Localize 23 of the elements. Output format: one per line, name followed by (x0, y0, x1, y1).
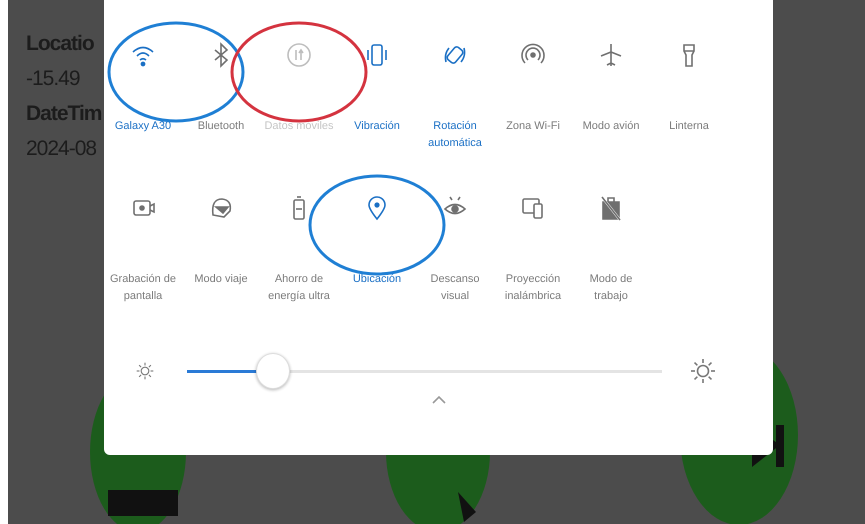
vibration-icon (364, 42, 390, 68)
collapse-chevron-icon[interactable] (430, 395, 446, 405)
brightness-low-icon (136, 362, 154, 380)
screen-cast-icon (520, 195, 546, 221)
quick-setting-tile[interactable]: Modo avión (572, 42, 650, 152)
quick-setting-tile[interactable]: Rotación automática (416, 42, 494, 152)
mobile-data-icon (286, 42, 312, 68)
quick-setting-tile[interactable]: Bluetooth (182, 42, 260, 152)
quick-setting-tile[interactable]: Linterna (650, 42, 728, 152)
airplane-icon (598, 42, 624, 68)
quick-setting-tile[interactable]: Vibración (338, 42, 416, 152)
quick-setting-tile[interactable]: Modo de trabajo (572, 195, 650, 305)
quick-setting-tile[interactable]: Galaxy A30 (104, 42, 182, 152)
slider-thumb[interactable] (256, 353, 290, 389)
quick-setting-tile[interactable]: Ubicación (338, 195, 416, 305)
quick-setting-tile[interactable]: Proyección inalámbrica (494, 195, 572, 305)
quick-setting-tile[interactable]: Modo viaje (182, 195, 260, 305)
quick-setting-tile[interactable]: Grabación de pantalla (104, 195, 182, 305)
quick-setting-tile[interactable]: Ahorro de energía ultra (260, 195, 338, 305)
brightness-high-icon (690, 358, 716, 384)
quick-setting-tile[interactable]: Zona Wi-Fi (494, 42, 572, 152)
briefcase-off-icon (598, 195, 624, 221)
quick-setting-tile[interactable]: Descanso visual (416, 195, 494, 305)
